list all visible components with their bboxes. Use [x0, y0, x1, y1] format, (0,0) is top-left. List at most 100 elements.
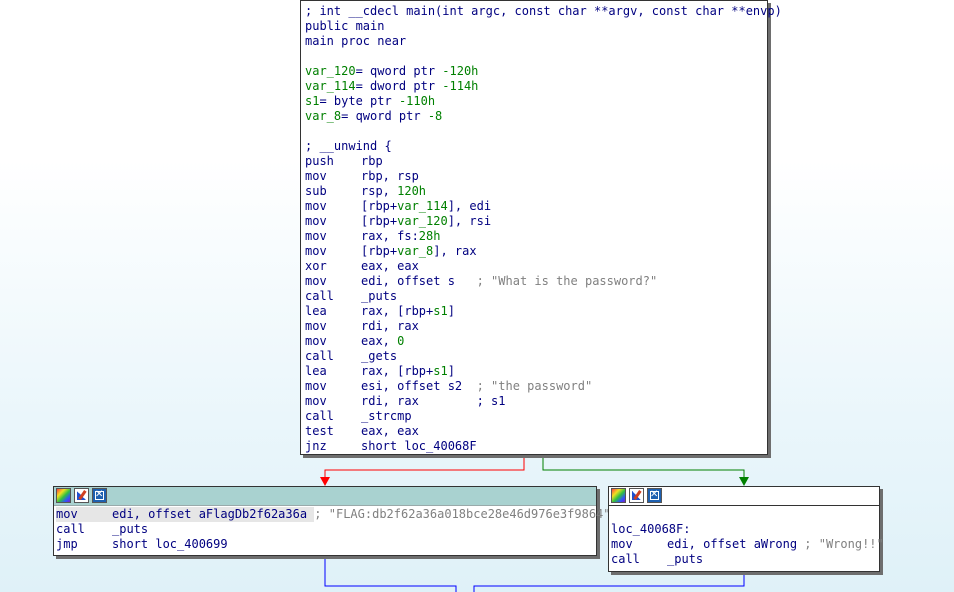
set-color-icon[interactable] [629, 488, 644, 503]
operand: ], rsi [447, 214, 492, 228]
operand: edi, offset aFlagDb2f62a36a [112, 507, 315, 522]
mnemonic: push [305, 154, 334, 168]
code-line[interactable]: xor eax, eax [305, 259, 767, 274]
operand: esi, offset s2 [361, 379, 477, 393]
operand: [rbp+ [361, 244, 398, 258]
operand: short loc_40068F [361, 439, 477, 453]
code-line[interactable]: mov [rbp+var_8], rax [305, 244, 767, 259]
code-line[interactable]: call _gets [305, 349, 767, 364]
edge-false-branch [320, 456, 525, 486]
operand: -8 [427, 109, 443, 123]
code-line[interactable]: mov edi, offset aWrong ; "Wrong!!" [611, 537, 884, 552]
operand: ; int __cdecl main(int argc, const char … [305, 4, 782, 18]
operand: _puts [667, 552, 704, 566]
operand: rax, [rbp+ [361, 304, 434, 318]
main-code-lines: ; int __cdecl main(int argc, const char … [303, 3, 782, 454]
code-line[interactable]: mov rdi, rax [305, 319, 767, 334]
mnemonic: mov [305, 169, 327, 183]
code-line[interactable]: var_8= qword ptr -8 [305, 109, 767, 124]
code-line[interactable]: main proc near [305, 34, 767, 49]
code-line[interactable]: call _strcmp [305, 409, 767, 424]
operand: var_8 [397, 244, 434, 258]
code-line[interactable]: jnz short loc_40068F [305, 439, 767, 454]
code-line[interactable]: ; int __cdecl main(int argc, const char … [305, 4, 782, 19]
wrong-code-block[interactable]: loc_40068F:mov edi, offset aWrong ; "Wron… [608, 486, 884, 572]
code-line[interactable]: lea rax, [rbp+s1] [305, 364, 767, 379]
mnemonic: mov [305, 394, 327, 408]
comment: ; "the password" [476, 379, 593, 393]
operand: eax, eax [361, 259, 419, 273]
operand: rbp [361, 154, 383, 168]
operand: ; __unwind { [305, 139, 392, 153]
operand: short loc_400699 [112, 537, 228, 551]
operand: rdi, rax [361, 319, 419, 333]
code-line[interactable]: mov [rbp+var_114], edi [305, 199, 767, 214]
operand: -114h [442, 79, 479, 93]
code-line[interactable]: s1= byte ptr -110h [305, 94, 767, 109]
code-line[interactable]: call _puts [305, 289, 767, 304]
code-line[interactable]: mov rax, fs:28h [305, 229, 767, 244]
graph-overview-icon[interactable] [56, 488, 71, 503]
code-line[interactable]: mov rdi, rax ; s1 [305, 394, 767, 409]
code-line[interactable] [305, 49, 767, 64]
mnemonic: mov [305, 274, 327, 288]
operand: var_120 [305, 64, 356, 78]
operand: var_114 [305, 79, 356, 93]
code-line[interactable]: mov rbp, rsp [305, 169, 767, 184]
wrong-code-lines: loc_40068F: mov edi, offset aWrong ; "Wron… [609, 506, 884, 567]
edge-flag-out [324, 557, 457, 592]
mnemonic: lea [305, 364, 327, 378]
flag-code-block[interactable]: movedi, offset aFlagDb2f62a36a ; "FLAG:d… [53, 486, 611, 556]
code-line[interactable]: mov esi, offset s2 ; "the password" [305, 379, 767, 394]
code-line[interactable]: sub rsp, 120h [305, 184, 767, 199]
code-line[interactable]: var_114= dword ptr -114h [305, 79, 767, 94]
operand: s1 [433, 304, 448, 318]
operand: loc_40068F: [611, 522, 691, 536]
operand: rbp, rsp [361, 169, 419, 183]
operand: public main [305, 19, 385, 33]
operand: 28h [418, 229, 441, 243]
main-code-block[interactable]: ; int __cdecl main(int argc, const char … [300, 0, 782, 455]
mnemonic: jmp [56, 537, 78, 551]
mnemonic: lea [305, 304, 327, 318]
operand: = dword ptr [355, 79, 443, 93]
group-nodes-icon[interactable] [92, 488, 107, 503]
operand: [rbp+ [361, 199, 398, 213]
graph-overview-icon[interactable] [611, 488, 626, 503]
operand: rax, [rbp+ [361, 364, 434, 378]
mnemonic: test [305, 424, 334, 438]
code-line[interactable]: mov [rbp+var_120], rsi [305, 214, 767, 229]
code-line[interactable]: public main [305, 19, 767, 34]
set-color-icon[interactable] [74, 488, 89, 503]
code-line[interactable]: mov edi, offset aFlagDb2f62a36a ; "FLAG:d… [56, 507, 611, 522]
code-line[interactable]: ; __unwind { [305, 139, 767, 154]
code-line[interactable]: call _puts [56, 522, 596, 537]
operand: eax, eax [361, 424, 419, 438]
operand: var_8 [305, 109, 342, 123]
operand: = qword ptr [341, 109, 428, 123]
code-line[interactable]: test eax, eax [305, 424, 767, 439]
code-line[interactable]: push rbp [305, 154, 767, 169]
code-line[interactable]: lea rax, [rbp+s1] [305, 304, 767, 319]
comment: ; "Wrong!!" [804, 537, 884, 551]
operand: ], rax [433, 244, 477, 258]
code-line[interactable]: mov eax, 0 [305, 334, 767, 349]
code-line[interactable] [305, 124, 767, 139]
operand: 0 [397, 334, 405, 348]
code-line[interactable]: loc_40068F: [611, 522, 879, 537]
operand: _gets [361, 349, 398, 363]
group-nodes-icon[interactable] [647, 488, 662, 503]
operand: rax, fs: [361, 229, 419, 243]
code-line[interactable] [611, 507, 879, 522]
operand: [rbp+ [361, 214, 398, 228]
code-line[interactable]: call _puts [611, 552, 879, 567]
mnemonic: mov [305, 244, 327, 258]
mnemonic: call [56, 522, 85, 536]
mnemonic: mov [305, 229, 327, 243]
code-line[interactable]: mov edi, offset s ; "What is the password… [305, 274, 767, 289]
code-line[interactable]: jmp short loc_400699 [56, 537, 596, 552]
mnemonic: mov [305, 199, 327, 213]
mnemonic: mov [611, 537, 633, 551]
code-line[interactable]: var_120= qword ptr -120h [305, 64, 767, 79]
block-titlebar [54, 487, 596, 506]
